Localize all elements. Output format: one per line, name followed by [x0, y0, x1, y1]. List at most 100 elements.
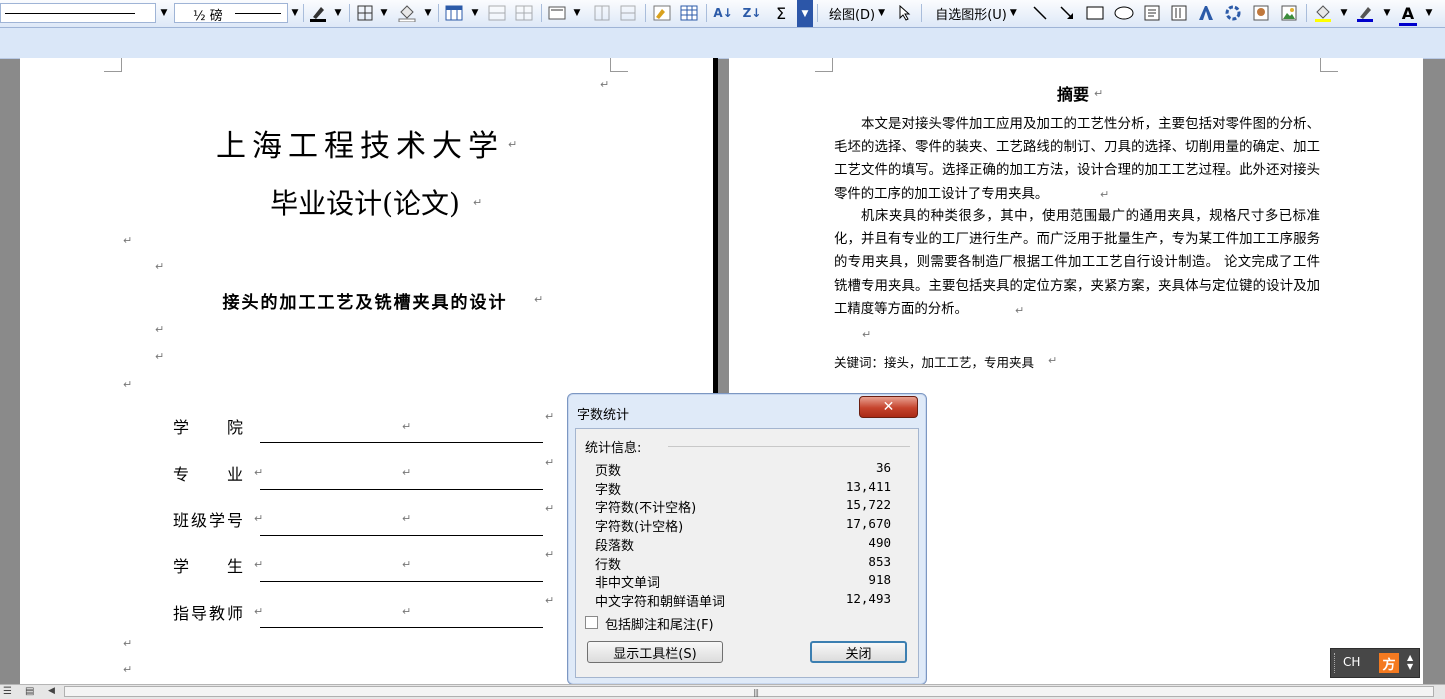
arrow-tool-icon[interactable]	[1056, 3, 1078, 23]
stat-value: 15,722	[845, 497, 891, 512]
line-width-value: ½ 磅	[193, 9, 223, 24]
stat-label: 字符数(计空格)	[595, 520, 684, 535]
line-tool-icon[interactable]	[1029, 3, 1051, 23]
keywords: 关键词：接头，加工工艺，专用夹具	[834, 355, 1035, 370]
paragraph-mark: ↵	[473, 196, 483, 209]
field-underline[interactable]	[260, 581, 543, 582]
paragraph-mark: ↵	[862, 328, 872, 341]
stat-row-non-cjk-words: 非中文单词 918	[595, 572, 891, 591]
insert-picture-icon[interactable]	[1278, 3, 1300, 23]
fill-color-icon[interactable]	[1312, 3, 1334, 23]
ime-options-icon[interactable]: ▲ ▼	[1407, 653, 1413, 671]
draw-menu-button[interactable]: 绘图(D) ▼	[824, 3, 890, 23]
normal-view-icon[interactable]: ☰	[3, 686, 12, 697]
ruler-band	[0, 28, 1445, 59]
section-divider	[668, 446, 910, 447]
insert-table-icon[interactable]	[443, 3, 465, 23]
scroll-thumb[interactable]: |||	[64, 686, 1434, 697]
oval-tool-icon[interactable]	[1112, 3, 1136, 23]
stat-label: 字符数(不计空格)	[595, 501, 697, 516]
distribute-rows-icon[interactable]	[591, 3, 613, 23]
clipart-icon[interactable]	[1250, 3, 1272, 23]
paragraph-mark: ↵	[1015, 304, 1025, 317]
field-underline[interactable]	[260, 442, 543, 443]
line-color-dropdown-icon[interactable]: ▼	[1380, 3, 1394, 23]
close-button[interactable]: 关闭	[810, 641, 907, 663]
field-underline[interactable]	[260, 489, 543, 490]
show-toolbar-button[interactable]: 显示工具栏(S)	[587, 641, 723, 663]
shading-color-icon[interactable]	[396, 3, 418, 23]
distribute-columns-icon[interactable]	[617, 3, 639, 23]
font-color-dropdown-icon[interactable]: ▼	[1422, 3, 1436, 23]
stat-label: 页数	[595, 464, 622, 479]
pen-color-icon[interactable]	[307, 3, 329, 23]
table-autoformat-icon[interactable]	[651, 3, 673, 23]
paragraph-mark: ↵	[123, 663, 133, 676]
stat-row-words: 字数 13,411	[595, 479, 891, 498]
merge-cells-icon[interactable]	[486, 3, 508, 23]
split-cells-icon[interactable]	[513, 3, 535, 23]
footnotes-checkbox-label[interactable]: 包括脚注和尾注(F)	[605, 614, 714, 633]
border-dropdown-icon[interactable]: ▼	[377, 3, 391, 23]
autoshapes-menu-button[interactable]: 自选图形(U) ▼	[928, 3, 1024, 23]
fill-color-dropdown-icon[interactable]: ▼	[1337, 3, 1351, 23]
horizontal-scrollbar[interactable]: ☰ ▤ ◀ |||	[0, 684, 1445, 699]
footnotes-checkbox[interactable]	[585, 616, 598, 629]
toolbar-options-icon[interactable]: ▼	[797, 0, 813, 27]
dialog-title: 字数统计	[577, 408, 630, 423]
stat-row-chars-no-spaces: 字符数(不计空格) 15,722	[595, 497, 891, 516]
field-underline[interactable]	[260, 627, 543, 628]
pen-color-dropdown-icon[interactable]: ▼	[331, 3, 345, 23]
stat-value: 853	[868, 554, 891, 569]
align-icon[interactable]	[546, 3, 568, 23]
paragraph-mark: ↵	[600, 78, 610, 91]
stat-row-cjk-words: 中文字符和朝鲜语单词 12,493	[595, 591, 891, 610]
paragraph-mark: ↵	[1094, 87, 1104, 100]
paragraph-mark: ↵	[545, 548, 555, 561]
rectangle-tool-icon[interactable]	[1084, 3, 1106, 23]
vertical-textbox-icon[interactable]	[1168, 3, 1190, 23]
ime-grip[interactable]	[1334, 653, 1338, 673]
stat-label: 字数	[595, 483, 622, 498]
stat-value: 918	[868, 572, 891, 587]
ime-mode-icon[interactable]: ⽅	[1379, 653, 1399, 673]
scroll-left-icon[interactable]: ◀	[48, 686, 55, 696]
autosum-icon[interactable]: Σ	[770, 3, 792, 23]
textbox-tool-icon[interactable]	[1141, 3, 1163, 23]
wordart-icon[interactable]	[1195, 3, 1217, 23]
draw-menu-label: 绘图(D)	[828, 7, 876, 23]
field-underline[interactable]	[260, 535, 543, 536]
field-label-student: 学 生	[173, 557, 246, 576]
sort-ascending-icon[interactable]: A↓	[711, 3, 735, 23]
paragraph-mark: ↵	[254, 605, 264, 618]
field-label-college: 学 院	[173, 418, 246, 437]
diagram-icon[interactable]	[1222, 3, 1244, 23]
line-color-icon[interactable]	[1354, 3, 1376, 23]
line-style-select[interactable]	[0, 3, 156, 23]
reading-view-icon[interactable]: ▤	[25, 686, 34, 697]
paragraph-mark: ↵	[402, 420, 412, 433]
paragraph-mark: ↵	[155, 260, 165, 273]
align-dropdown-icon[interactable]: ▼	[570, 3, 584, 23]
insert-table-dropdown-icon[interactable]: ▼	[468, 3, 482, 23]
field-label-major: 专 业	[173, 465, 246, 484]
shading-dropdown-icon[interactable]: ▼	[421, 3, 435, 23]
abstract-paragraph-2: 机床夹具的种类很多，其中，使用范围最广的通用夹具，规格尺寸多已标准化，并且有专业…	[834, 209, 1320, 317]
abstract-paragraph-1: 本文是对接头零件加工应用及加工的工艺性分析，主要包括对零件图的分析、毛坯的选择、…	[834, 117, 1320, 202]
paragraph-mark: ↵	[254, 466, 264, 479]
thesis-type: 毕业设计(论文)	[270, 187, 460, 220]
paragraph-mark: ↵	[402, 558, 412, 571]
select-objects-icon[interactable]	[895, 3, 915, 23]
paragraph-mark: ↵	[545, 410, 555, 423]
sort-descending-icon[interactable]: Z↓	[740, 3, 764, 23]
line-width-dropdown-icon[interactable]: ▼	[288, 3, 302, 23]
stat-label: 行数	[595, 558, 622, 573]
stat-label: 段落数	[595, 539, 635, 554]
border-icon[interactable]	[354, 3, 376, 23]
table-grid-icon[interactable]	[678, 3, 700, 23]
dialog-close-icon[interactable]: ✕	[859, 396, 918, 418]
ime-indicator[interactable]: CH ⽅ ▲ ▼	[1330, 648, 1420, 678]
line-width-select[interactable]: ½ 磅	[174, 3, 288, 24]
line-style-dropdown-icon[interactable]: ▼	[157, 3, 171, 23]
font-color-icon[interactable]: A	[1397, 3, 1419, 26]
